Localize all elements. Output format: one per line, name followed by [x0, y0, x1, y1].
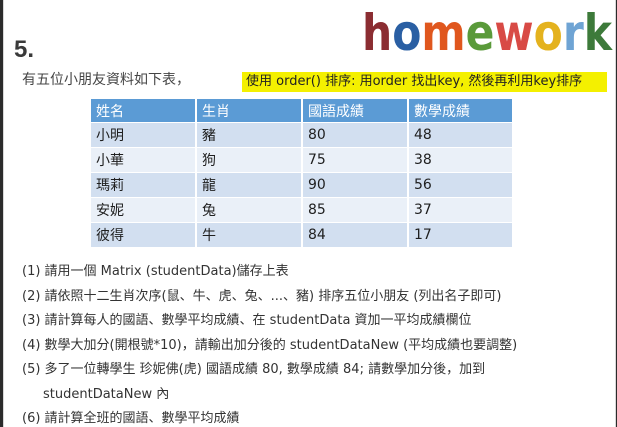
- homework-logo: homework: [360, 4, 615, 58]
- cell-chinese-score: 75: [302, 147, 409, 173]
- table-row: 小明 豬 80 48: [91, 122, 514, 148]
- question-number: 5.: [14, 36, 35, 63]
- cell-zodiac: 兔: [196, 197, 303, 223]
- logo-letter: o: [534, 4, 563, 58]
- cell-math-score: 38: [408, 147, 514, 173]
- cell-zodiac: 狗: [196, 147, 303, 173]
- logo-letter: m: [421, 4, 465, 58]
- table-row: 瑪莉 龍 90 56: [91, 172, 514, 198]
- table-row: 小華 狗 75 38: [91, 147, 514, 173]
- cell-math-score: 17: [408, 222, 514, 248]
- intro-text: 有五位小朋友資料如下表，: [22, 72, 190, 88]
- cell-math-score: 56: [408, 172, 514, 198]
- header-chinese-score: 國語成績: [302, 99, 409, 123]
- logo-letter: w: [494, 4, 533, 58]
- task-item-continuation: studentDataNew 內: [43, 386, 170, 402]
- task-item: (3) 請計算每人的國語、數學平均成績、在 studentData 資加一平均成…: [22, 313, 472, 328]
- cell-name: 瑪莉: [91, 172, 197, 198]
- header-zodiac: 生肖: [196, 99, 303, 123]
- table-header-row: 姓名 生肖 國語成績 數學成績: [91, 99, 514, 123]
- cell-name: 安妮: [91, 197, 197, 223]
- svg-text:homework: homework: [362, 4, 613, 58]
- cell-math-score: 37: [408, 197, 514, 223]
- table-row: 彼得 牛 84 17: [91, 222, 514, 248]
- cell-name: 小華: [91, 147, 197, 173]
- homework-logo-art: homework: [362, 4, 613, 58]
- cell-chinese-score: 85: [302, 197, 409, 223]
- header-name: 姓名: [91, 99, 197, 123]
- task-item: (6) 請計算全班的國語、數學平均成績: [22, 411, 240, 426]
- student-table: 姓名 生肖 國語成績 數學成績 小明 豬 80 48 小華 狗 75 38 瑪莉…: [91, 99, 514, 248]
- cell-math-score: 48: [408, 122, 514, 148]
- cell-zodiac: 龍: [196, 172, 303, 198]
- slide: 5. homework 有五位小朋友資料如下表， 使用 order() 排序: …: [3, 0, 616, 427]
- logo-letter: h: [362, 4, 392, 58]
- table-row: 安妮 兔 85 37: [91, 197, 514, 223]
- task-item: (5) 多了一位轉學生 珍妮佛(虎) 國語成績 80, 數學成績 84; 請數學…: [22, 362, 486, 377]
- highlighted-instruction: 使用 order() 排序: 用order 找出key, 然後再利用key排序: [242, 72, 607, 92]
- cell-chinese-score: 90: [302, 172, 409, 198]
- cell-name: 小明: [91, 122, 197, 148]
- cell-name: 彼得: [91, 222, 197, 248]
- header-math-score: 數學成績: [408, 99, 514, 123]
- logo-letter: o: [392, 4, 421, 58]
- task-item: (1) 請用一個 Matrix (studentData)儲存上表: [22, 264, 289, 279]
- cell-zodiac: 牛: [196, 222, 303, 248]
- cell-zodiac: 豬: [196, 122, 303, 148]
- logo-letter: r: [563, 4, 584, 58]
- task-list: (1) 請用一個 Matrix (studentData)儲存上表 (2) 請依…: [22, 260, 605, 427]
- task-item: (2) 請依照十二生肖次序(鼠、牛、虎、兔、...、豬) 排序五位小朋友 (列出…: [22, 288, 502, 304]
- task-item: (4) 數學大加分(開根號*10)，請輸出加分後的 studentDataNew…: [22, 337, 518, 353]
- cell-chinese-score: 80: [302, 122, 409, 148]
- logo-letter: k: [584, 4, 614, 58]
- logo-letter: e: [466, 4, 495, 58]
- cell-chinese-score: 84: [302, 222, 409, 248]
